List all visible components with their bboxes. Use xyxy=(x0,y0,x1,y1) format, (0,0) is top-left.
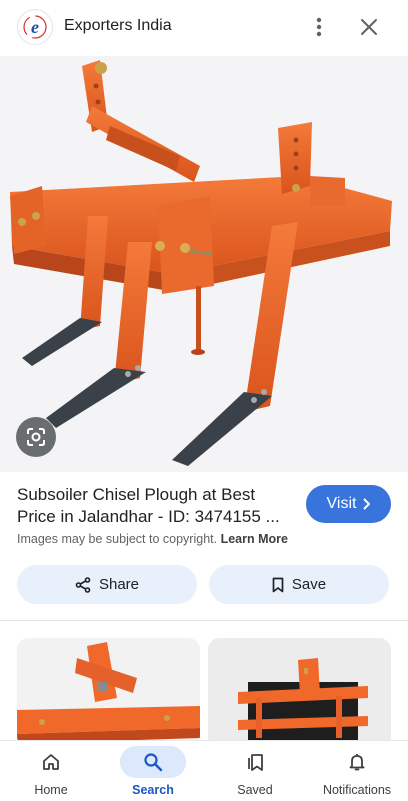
search-icon xyxy=(144,753,163,772)
svg-text:e: e xyxy=(31,17,39,37)
bookmarks-icon xyxy=(248,754,263,771)
more-options-button[interactable] xyxy=(306,14,332,40)
close-icon xyxy=(361,19,377,35)
result-title-line-2: Price in Jalandhar - ID: 3474155 ... xyxy=(17,507,280,526)
home-icon xyxy=(43,754,59,770)
learn-more-link[interactable]: Learn More xyxy=(221,532,288,546)
nav-saved-icon-container xyxy=(222,746,288,778)
site-name[interactable]: Exporters India xyxy=(64,17,172,35)
related-image-1[interactable] xyxy=(17,638,200,748)
visit-label: Visit xyxy=(326,495,357,512)
related-image-2[interactable] xyxy=(208,638,391,748)
related-implement-image xyxy=(208,638,391,748)
nav-notifications[interactable]: Notifications xyxy=(307,741,407,801)
share-label: Share xyxy=(98,576,140,593)
site-logo[interactable]: e xyxy=(18,10,52,44)
nav-home-label: Home xyxy=(34,783,68,797)
subsoiler-plough-image xyxy=(10,60,392,466)
top-bar: e Exporters India xyxy=(0,0,408,56)
lens-icon xyxy=(27,428,45,446)
visit-button[interactable]: Visit xyxy=(306,485,391,523)
save-button[interactable]: Save xyxy=(209,565,389,604)
save-label: Save xyxy=(291,576,327,593)
nav-saved[interactable]: Saved xyxy=(205,741,305,801)
divider xyxy=(0,620,408,621)
result-title-line-1: Subsoiler Chisel Plough at Best xyxy=(17,485,256,504)
copyright-notice: Images may be subject to copyright. Lear… xyxy=(17,532,288,546)
close-button[interactable] xyxy=(356,14,382,40)
exporters-india-logo-icon: e xyxy=(23,15,47,39)
result-image[interactable] xyxy=(0,56,408,472)
more-vert-icon xyxy=(316,17,322,37)
nav-notifications-label: Notifications xyxy=(322,783,392,797)
nav-saved-label: Saved xyxy=(237,783,273,797)
result-title[interactable]: Subsoiler Chisel Plough at Best Price in… xyxy=(17,484,297,528)
bell-icon xyxy=(349,754,365,771)
nav-search-label: Search xyxy=(132,783,174,797)
google-lens-button[interactable] xyxy=(16,417,56,457)
share-icon xyxy=(75,576,91,593)
chevron-right-icon xyxy=(363,498,371,510)
nav-home[interactable]: Home xyxy=(1,741,101,801)
nav-search-icon-container xyxy=(120,746,186,778)
bottom-navigation: Home Search Saved Notifications xyxy=(0,740,408,800)
bookmark-icon xyxy=(272,577,284,592)
related-implement-image xyxy=(17,638,200,748)
nav-notifications-icon-container xyxy=(324,746,390,778)
share-button[interactable]: Share xyxy=(17,565,197,604)
copyright-text: Images may be subject to copyright. xyxy=(17,532,218,546)
nav-home-icon-container xyxy=(18,746,84,778)
nav-search[interactable]: Search xyxy=(103,741,203,801)
